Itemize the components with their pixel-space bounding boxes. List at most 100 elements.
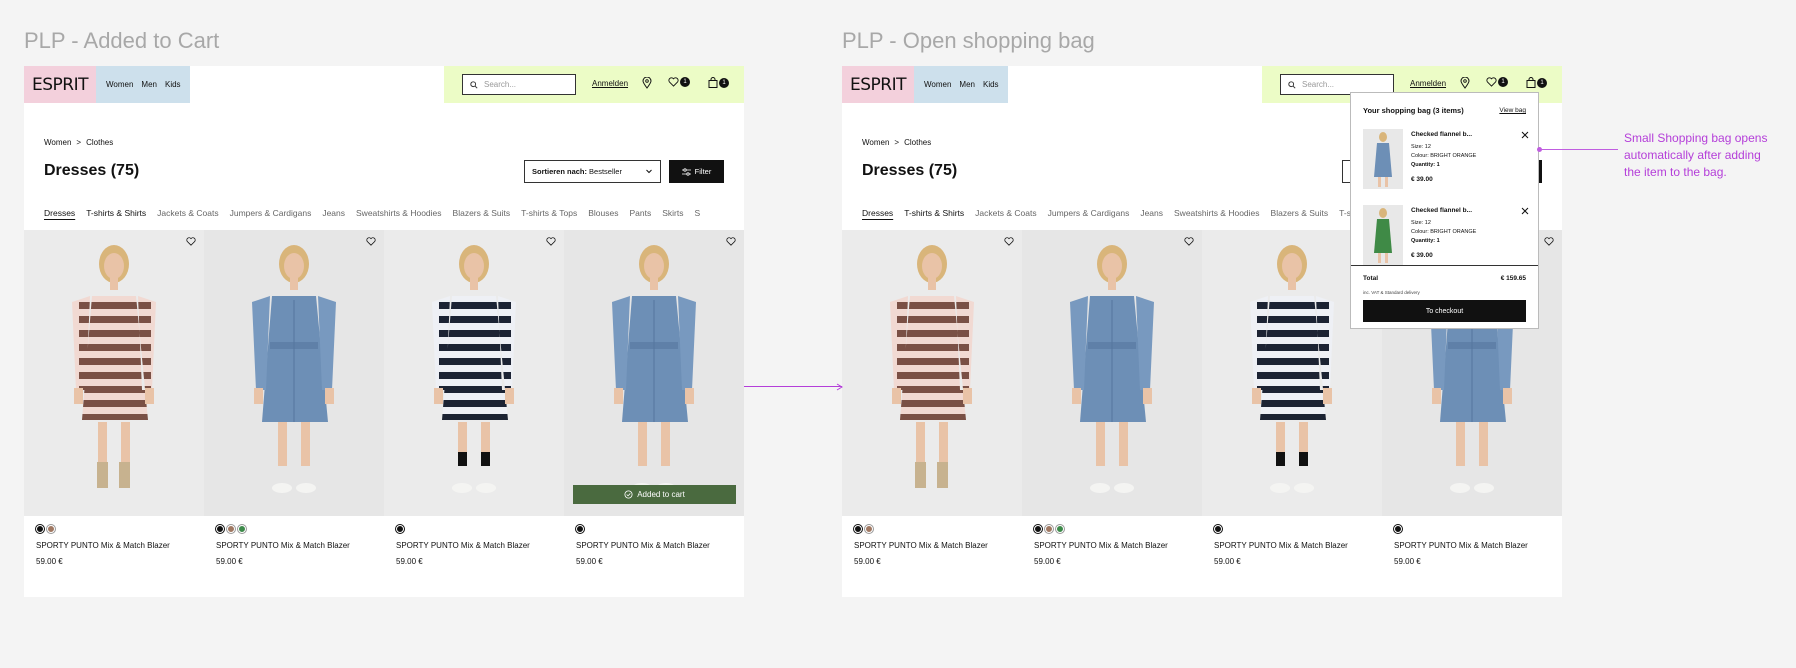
category-tab[interactable]: Dresses [862, 208, 893, 218]
product-name[interactable]: SPORTY PUNTO Mix & Match Blazer [1394, 541, 1528, 550]
product-name[interactable]: SPORTY PUNTO Mix & Match Blazer [1214, 541, 1348, 550]
store-locator-button[interactable] [642, 77, 652, 89]
bag-button[interactable]: 1 [708, 77, 729, 88]
category-tab[interactable]: Skirts [662, 208, 683, 218]
color-swatch[interactable] [1034, 525, 1042, 533]
category-tab[interactable]: Jackets & Coats [157, 208, 218, 218]
filter-button[interactable]: Filter [669, 160, 724, 183]
wishlist-heart-icon[interactable] [546, 237, 556, 246]
category-tab[interactable]: Dresses [44, 208, 75, 218]
login-link[interactable]: Anmelden [1410, 79, 1446, 88]
color-swatch[interactable] [1214, 525, 1222, 533]
breadcrumb-clothes[interactable]: Clothes [86, 138, 113, 147]
product-name[interactable]: SPORTY PUNTO Mix & Match Blazer [854, 541, 988, 550]
category-tab[interactable]: Jeans [322, 208, 345, 218]
wishlist-heart-icon[interactable] [186, 237, 196, 246]
bag-item-name[interactable]: Checked flannel b... [1411, 131, 1472, 138]
bag-button[interactable]: 1 [1526, 77, 1547, 88]
product-image[interactable] [842, 230, 1022, 516]
category-tab[interactable]: Jumpers & Cardigans [230, 208, 312, 218]
nav-kids[interactable]: Kids [165, 80, 181, 89]
bag-item-thumbnail[interactable] [1363, 129, 1403, 189]
product-name[interactable]: SPORTY PUNTO Mix & Match Blazer [396, 541, 530, 550]
search-placeholder: Search... [1302, 80, 1335, 89]
category-tab[interactable]: Sweatshirts & Hoodies [356, 208, 442, 218]
wishlist-button[interactable]: 1 [668, 77, 690, 87]
plp-frame-added-to-cart: ESPRIT Women Men Kids Search... Anmelden… [24, 66, 744, 597]
category-tab[interactable]: T-shirts & Tops [521, 208, 577, 218]
wishlist-heart-icon[interactable] [1004, 237, 1014, 246]
nav-women[interactable]: Women [106, 80, 133, 89]
esprit-logo[interactable]: ESPRIT [32, 75, 89, 95]
nav-women[interactable]: Women [924, 80, 951, 89]
logo-area[interactable]: ESPRIT [24, 66, 96, 103]
product-image[interactable] [1022, 230, 1202, 516]
product-name[interactable]: SPORTY PUNTO Mix & Match Blazer [1034, 541, 1168, 550]
category-tab[interactable]: T-shirts & Shirts [904, 208, 964, 218]
search-input[interactable]: Search... [462, 74, 576, 95]
bag-item-thumbnail[interactable] [1363, 205, 1403, 265]
bag-item-price: € 39.00 [1411, 252, 1433, 259]
remove-item-close-icon[interactable] [1521, 207, 1529, 215]
store-locator-button[interactable] [1460, 77, 1470, 89]
category-tab[interactable]: Jumpers & Cardigans [1048, 208, 1130, 218]
category-tab[interactable]: Sweatshirts & Hoodies [1174, 208, 1260, 218]
color-swatch[interactable] [216, 525, 224, 533]
product-card[interactable]: SPORTY PUNTO Mix & Match Blazer 59.00 € [1022, 230, 1202, 597]
color-swatch[interactable] [227, 525, 235, 533]
category-tab[interactable]: S [694, 208, 700, 218]
category-tab[interactable]: Blazers & Suits [453, 208, 511, 218]
color-swatch[interactable] [47, 525, 55, 533]
nav-kids[interactable]: Kids [983, 80, 999, 89]
search-placeholder: Search... [484, 80, 517, 89]
bag-item-name[interactable]: Checked flannel b... [1411, 207, 1472, 214]
category-tab[interactable]: Jeans [1140, 208, 1163, 218]
color-swatch[interactable] [396, 525, 404, 533]
product-image[interactable] [24, 230, 204, 516]
product-name[interactable]: SPORTY PUNTO Mix & Match Blazer [576, 541, 710, 550]
location-pin-icon [1460, 77, 1470, 89]
logo-area[interactable]: ESPRIT [842, 66, 914, 103]
login-link[interactable]: Anmelden [592, 79, 628, 88]
breadcrumb-women[interactable]: Women [862, 138, 889, 147]
view-bag-link[interactable]: View bag [1499, 107, 1526, 114]
breadcrumb-women[interactable]: Women [44, 138, 71, 147]
wishlist-heart-icon[interactable] [366, 237, 376, 246]
color-swatch[interactable] [238, 525, 246, 533]
wishlist-heart-icon[interactable] [726, 237, 736, 246]
color-swatch[interactable] [576, 525, 584, 533]
category-tab[interactable]: Blazers & Suits [1271, 208, 1329, 218]
product-name[interactable]: SPORTY PUNTO Mix & Match Blazer [36, 541, 170, 550]
wishlist-button[interactable]: 1 [1486, 77, 1508, 87]
color-swatch[interactable] [1394, 525, 1402, 533]
wishlist-heart-icon[interactable] [1184, 237, 1194, 246]
remove-item-close-icon[interactable] [1521, 131, 1529, 139]
esprit-logo[interactable]: ESPRIT [850, 75, 907, 95]
color-swatch[interactable] [1045, 525, 1053, 533]
product-card[interactable]: SPORTY PUNTO Mix & Match Blazer 59.00 € [842, 230, 1022, 597]
checkout-button[interactable]: To checkout [1363, 300, 1526, 322]
color-swatch[interactable] [854, 525, 862, 533]
nav-men[interactable]: Men [959, 80, 975, 89]
product-card[interactable]: Added to cart SPORTY PUNTO Mix & Match B… [564, 230, 744, 597]
product-image[interactable] [204, 230, 384, 516]
wishlist-heart-icon[interactable] [1544, 237, 1554, 246]
category-tab[interactable]: T-shirts & Shirts [86, 208, 146, 218]
product-card[interactable]: SPORTY PUNTO Mix & Match Blazer 59.00 € [24, 230, 204, 597]
color-swatch[interactable] [1056, 525, 1064, 533]
category-tab[interactable]: Blouses [588, 208, 618, 218]
annotation-text: Small Shopping bag opens automatically a… [1624, 131, 1768, 179]
nav-men[interactable]: Men [141, 80, 157, 89]
product-image[interactable]: Added to cart [564, 230, 744, 516]
product-card[interactable]: SPORTY PUNTO Mix & Match Blazer 59.00 € [384, 230, 564, 597]
breadcrumb-clothes[interactable]: Clothes [904, 138, 931, 147]
sort-dropdown[interactable]: Sortieren nach:Bestseller [524, 160, 661, 183]
added-to-cart-label: Added to cart [637, 490, 685, 499]
category-tab[interactable]: Pants [629, 208, 651, 218]
color-swatch[interactable] [865, 525, 873, 533]
category-tab[interactable]: Jackets & Coats [975, 208, 1036, 218]
product-name[interactable]: SPORTY PUNTO Mix & Match Blazer [216, 541, 350, 550]
color-swatch[interactable] [36, 525, 44, 533]
product-image[interactable] [384, 230, 564, 516]
product-card[interactable]: SPORTY PUNTO Mix & Match Blazer 59.00 € [204, 230, 384, 597]
